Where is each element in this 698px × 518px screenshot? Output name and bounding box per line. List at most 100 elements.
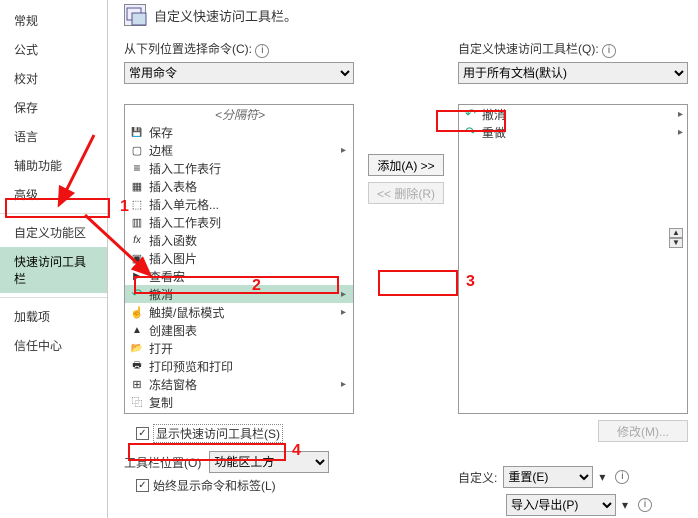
fx-icon [129, 232, 145, 248]
list-item-label: 插入工作表列 [149, 214, 351, 231]
list-item[interactable]: 保存 [125, 123, 353, 141]
import-export-combo[interactable]: 导入/导出(P) [506, 494, 616, 516]
list-item-label: 撤消 [149, 286, 337, 303]
list-item-label: 插入工作表行 [149, 160, 351, 177]
sidebar-item[interactable]: 保存 [0, 93, 107, 122]
qat-current-listbox[interactable]: 撤消 ▸ 重做 ▸ ▲▼ [458, 104, 688, 414]
page-title: 自定义快速访问工具栏。 [154, 6, 297, 25]
sidebar-item[interactable]: 快速访问工具栏 [0, 247, 107, 293]
sidebar-item[interactable]: 常规 [0, 6, 107, 35]
redo-icon [465, 124, 476, 140]
list-item[interactable]: 边框 ▸ [125, 141, 353, 159]
list-item-label: 保存 [149, 124, 351, 141]
sidebar-item[interactable]: 校对 [0, 64, 107, 93]
list-item[interactable]: 插入表格 [125, 177, 353, 195]
target-qat-label: 自定义快速访问工具栏(Q): [458, 42, 599, 56]
qat-customize-icon [124, 4, 146, 26]
list-item-label: 打印预览和打印 [149, 358, 351, 375]
list-item-label: 边框 [149, 142, 337, 159]
sidebar-item[interactable]: 加载项 [0, 302, 107, 331]
list-item-label: 重做 [482, 124, 506, 141]
touch-icon [129, 304, 145, 320]
border-icon [129, 142, 145, 158]
show-qat-label: 显示快速访问工具栏(S) [153, 424, 283, 443]
save-icon [129, 124, 145, 140]
list-item[interactable]: 查看宏 [125, 267, 353, 285]
list-item[interactable]: 撤消 ▸ [125, 285, 353, 303]
sidebar-item[interactable]: 信任中心 [0, 331, 107, 360]
list-item[interactable]: 打开 [125, 339, 353, 357]
help-icon[interactable]: i [638, 498, 652, 512]
sidebar-item[interactable]: 高级 [0, 180, 107, 209]
list-item[interactable]: 格式刷 [125, 411, 353, 413]
pic-icon [129, 250, 145, 266]
main-panel: 自定义快速访问工具栏。 从下列位置选择命令(C): i 常用命令 <分隔符>保存… [108, 0, 698, 518]
commands-listbox[interactable]: <分隔符>保存边框 ▸ 插入工作表行插入表格插入单元格...插入工作表列插入函数插入… [124, 104, 354, 414]
move-up-button[interactable]: ▲ [669, 228, 683, 238]
list-item[interactable]: 重做 ▸ [459, 123, 687, 141]
chevron-right-icon: ▸ [678, 127, 683, 138]
list-item[interactable]: 创建图表 [125, 321, 353, 339]
list-item-label: 插入单元格... [149, 196, 351, 213]
list-separator-header: <分隔符> [125, 105, 353, 123]
always-show-labels-label: 始终显示命令和标签(L) [153, 477, 276, 494]
row-icon [129, 160, 145, 176]
list-item[interactable]: 插入函数 [125, 231, 353, 249]
list-item-label: 查看宏 [149, 268, 351, 285]
copy-icon [129, 394, 145, 410]
chevron-right-icon: ▸ [341, 379, 351, 390]
sidebar-separator [0, 213, 107, 214]
sidebar-separator [0, 297, 107, 298]
list-item-label: 插入函数 [149, 232, 351, 249]
table-icon [129, 178, 145, 194]
list-item[interactable]: 复制 [125, 393, 353, 411]
sidebar-item[interactable]: 自定义功能区 [0, 218, 107, 247]
list-item-label: 插入图片 [149, 250, 351, 267]
list-item-label: 格式刷 [149, 412, 351, 414]
toolbar-position-label: 工具栏位置(O) [124, 454, 201, 471]
list-item[interactable]: 插入图片 [125, 249, 353, 267]
chevron-right-icon: ▸ [678, 109, 683, 120]
macro-icon [129, 268, 145, 284]
list-item-label: 创建图表 [149, 322, 351, 339]
freeze-icon [129, 376, 145, 392]
move-down-button[interactable]: ▼ [669, 238, 683, 248]
list-item[interactable]: 冻结窗格▸ [125, 375, 353, 393]
commands-source-combo[interactable]: 常用命令 [124, 62, 354, 84]
sidebar-item[interactable]: 语言 [0, 122, 107, 151]
sidebar: 常规公式校对保存语言辅助功能高级自定义功能区快速访问工具栏加载项信任中心 [0, 0, 108, 518]
help-icon[interactable]: i [615, 470, 629, 484]
add-button[interactable]: 添加(A) >> [368, 154, 444, 176]
show-qat-checkbox[interactable]: ✓ [136, 427, 149, 440]
list-item[interactable]: 插入工作表列 [125, 213, 353, 231]
always-show-labels-checkbox[interactable]: ✓ [136, 479, 149, 492]
sidebar-item[interactable]: 公式 [0, 35, 107, 64]
list-item[interactable]: 打印预览和打印 [125, 357, 353, 375]
print-icon [129, 358, 145, 374]
list-item-label: 复制 [149, 394, 351, 411]
help-icon[interactable]: i [602, 44, 616, 58]
sidebar-item[interactable]: 辅助功能 [0, 151, 107, 180]
list-item[interactable]: 插入单元格... [125, 195, 353, 213]
list-item-label: 打开 [149, 340, 351, 357]
modify-button: 修改(M)... [598, 420, 688, 442]
chevron-right-icon: ▸ [341, 145, 351, 156]
toolbar-position-combo[interactable]: 功能区上方 [209, 451, 329, 473]
chevron-right-icon: ▸ [341, 307, 351, 318]
list-item[interactable]: 撤消 ▸ [459, 105, 687, 123]
undo-icon [129, 286, 145, 302]
list-item[interactable]: 触摸/鼠标模式 ▸ [125, 303, 353, 321]
list-item-label: 撤消 [482, 106, 506, 123]
list-item[interactable]: 插入工作表行 [125, 159, 353, 177]
chevron-right-icon: ▸ [341, 289, 351, 300]
help-icon[interactable]: i [255, 44, 269, 58]
choose-commands-label: 从下列位置选择命令(C): [124, 42, 252, 56]
list-item-label: 触摸/鼠标模式 [149, 304, 337, 321]
qat-scope-combo[interactable]: 用于所有文档(默认) [458, 62, 688, 84]
paint-icon [129, 412, 145, 413]
undo-icon [465, 106, 476, 122]
reset-combo[interactable]: 重置(E) [503, 466, 593, 488]
col-icon [129, 214, 145, 230]
customizations-label: 自定义: [458, 469, 497, 486]
cell-icon [129, 196, 145, 212]
